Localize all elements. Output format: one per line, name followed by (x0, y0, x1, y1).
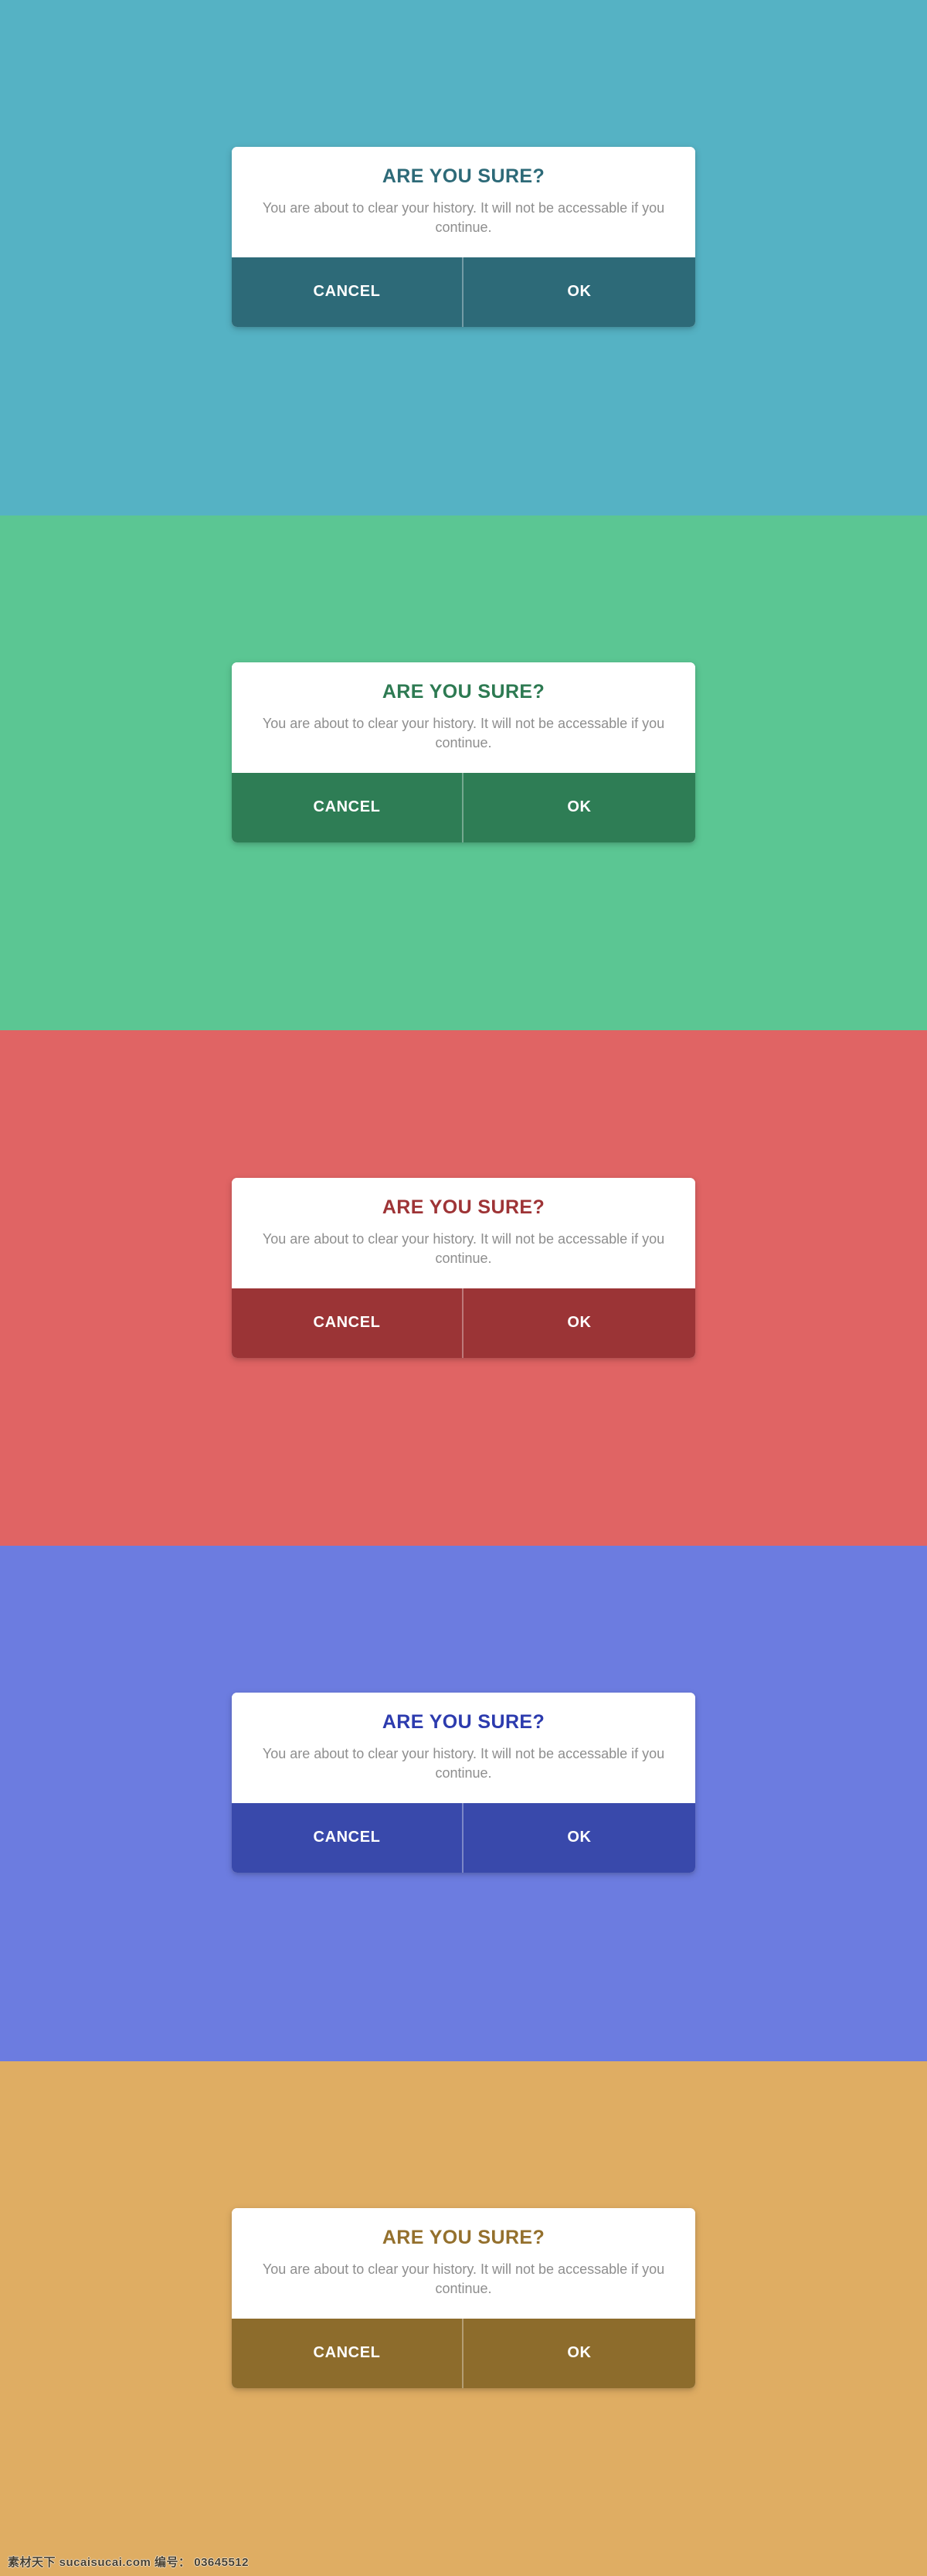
dialog-title: ARE YOU SURE? (382, 681, 545, 703)
dialog-body: ARE YOU SURE? You are about to clear your… (232, 1178, 695, 1288)
color-section-gold: ARE YOU SURE? You are about to clear your… (0, 2061, 927, 2576)
ok-button[interactable]: OK (464, 2319, 695, 2388)
confirm-dialog-teal: ARE YOU SURE? You are about to clear your… (232, 147, 695, 327)
cancel-button[interactable]: CANCEL (232, 772, 464, 842)
confirm-dialog-gold: ARE YOU SURE? You are about to clear your… (232, 2208, 695, 2388)
ok-button[interactable]: OK (464, 1288, 695, 1358)
dialog-title: ARE YOU SURE? (382, 1711, 545, 1733)
dialog-title: ARE YOU SURE? (382, 1196, 545, 1218)
dialog-body: ARE YOU SURE? You are about to clear your… (232, 1693, 695, 1803)
dialog-action-bar: CANCEL OK (232, 1802, 695, 1873)
ok-button[interactable]: OK (464, 257, 695, 327)
color-section-indigo: ARE YOU SURE? You are about to clear your… (0, 1546, 927, 2061)
dialog-action-bar: CANCEL OK (232, 2318, 695, 2388)
color-section-red: ARE YOU SURE? You are about to clear your… (0, 1030, 927, 1546)
cancel-button[interactable]: CANCEL (232, 1288, 464, 1358)
dialog-title: ARE YOU SURE? (382, 2227, 545, 2248)
dialog-message: You are about to clear your history. It … (262, 1230, 665, 1266)
dialog-message: You are about to clear your history. It … (262, 1745, 665, 1781)
dialog-message: You are about to clear your history. It … (262, 2261, 665, 2296)
ok-button[interactable]: OK (464, 1803, 695, 1873)
dialog-message: You are about to clear your history. It … (262, 199, 665, 235)
dialog-body: ARE YOU SURE? You are about to clear your… (232, 2208, 695, 2319)
dialog-message: You are about to clear your history. It … (262, 715, 665, 750)
watermark-text: 素材天下 sucaisucai.com 编号： 03645512 (8, 2556, 249, 2569)
cancel-button[interactable]: CANCEL (232, 1802, 464, 1873)
dialog-action-bar: CANCEL OK (232, 772, 695, 842)
dialog-title: ARE YOU SURE? (382, 165, 545, 187)
confirm-dialog-green: ARE YOU SURE? You are about to clear your… (232, 662, 695, 842)
confirm-dialog-red: ARE YOU SURE? You are about to clear your… (232, 1178, 695, 1358)
cancel-button[interactable]: CANCEL (232, 257, 464, 327)
color-section-green: ARE YOU SURE? You are about to clear your… (0, 516, 927, 1030)
ok-button[interactable]: OK (464, 773, 695, 842)
dialog-action-bar: CANCEL OK (232, 1288, 695, 1358)
cancel-button[interactable]: CANCEL (232, 2318, 464, 2388)
page-root: ARE YOU SURE? You are about to clear your… (0, 0, 927, 2576)
dialog-body: ARE YOU SURE? You are about to clear your… (232, 147, 695, 257)
confirm-dialog-indigo: ARE YOU SURE? You are about to clear your… (232, 1693, 695, 1873)
color-section-teal: ARE YOU SURE? You are about to clear your… (0, 0, 927, 516)
dialog-body: ARE YOU SURE? You are about to clear your… (232, 662, 695, 773)
dialog-action-bar: CANCEL OK (232, 257, 695, 327)
